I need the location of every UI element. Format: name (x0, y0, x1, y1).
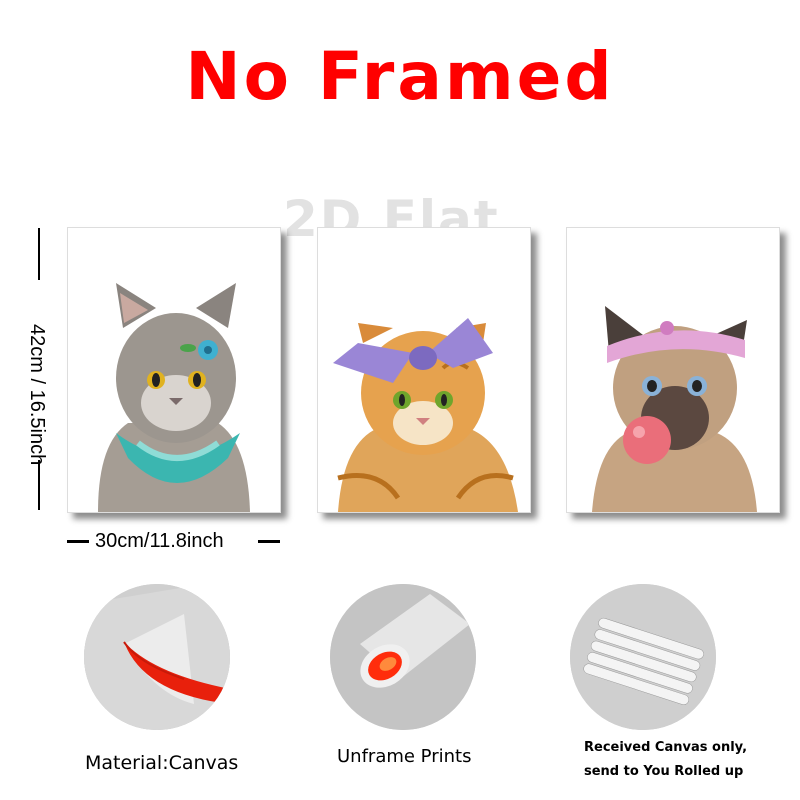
rolled-canvas-photo (570, 584, 716, 730)
width-dimension-line-right (258, 540, 280, 543)
width-dimension-label: 30cm/11.8inch (95, 530, 224, 552)
grey-cat-illustration (98, 283, 250, 512)
material-canvas-photo (84, 584, 230, 730)
orange-cat-illustration (333, 318, 518, 512)
print-panel-grey-cat (67, 227, 281, 513)
siamese-cat-illustration (592, 306, 757, 512)
feature-label-received-line2: send to You Rolled up (584, 764, 744, 779)
feature-label-received-line1: Received Canvas only, (584, 740, 748, 755)
unframed-roll-photo (330, 584, 476, 730)
print-panel-siamese-cat (566, 227, 780, 513)
print-panel-orange-cat (317, 227, 531, 513)
feature-label-material: Material:Canvas (85, 752, 239, 774)
feature-label-unframe: Unframe Prints (337, 746, 472, 767)
height-dimension-label: 42cm / 16.5inch (26, 324, 48, 466)
width-dimension-line-left (67, 540, 89, 543)
page-title: No Framed (185, 38, 615, 115)
